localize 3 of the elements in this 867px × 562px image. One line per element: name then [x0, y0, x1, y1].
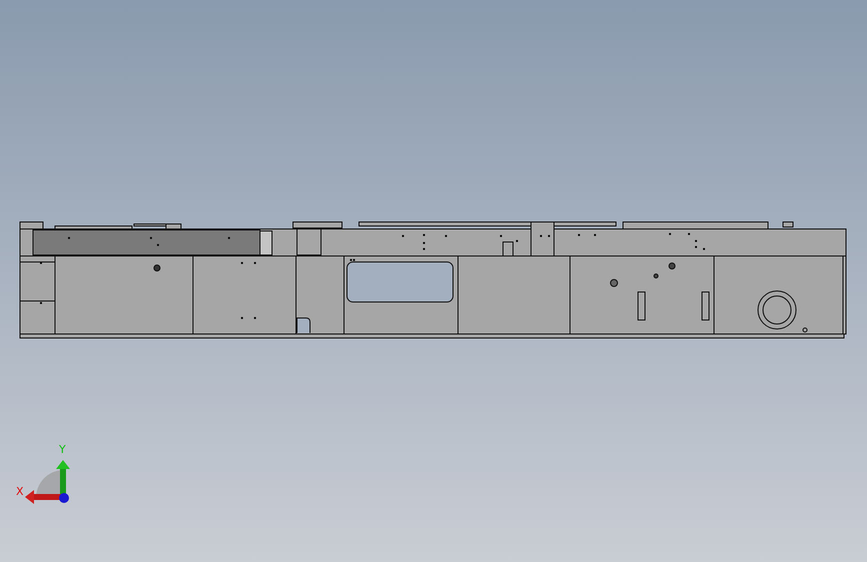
axis-triad-drawing	[25, 460, 70, 504]
y-axis-label: Y	[59, 444, 66, 456]
x-axis-label: X	[16, 486, 24, 498]
